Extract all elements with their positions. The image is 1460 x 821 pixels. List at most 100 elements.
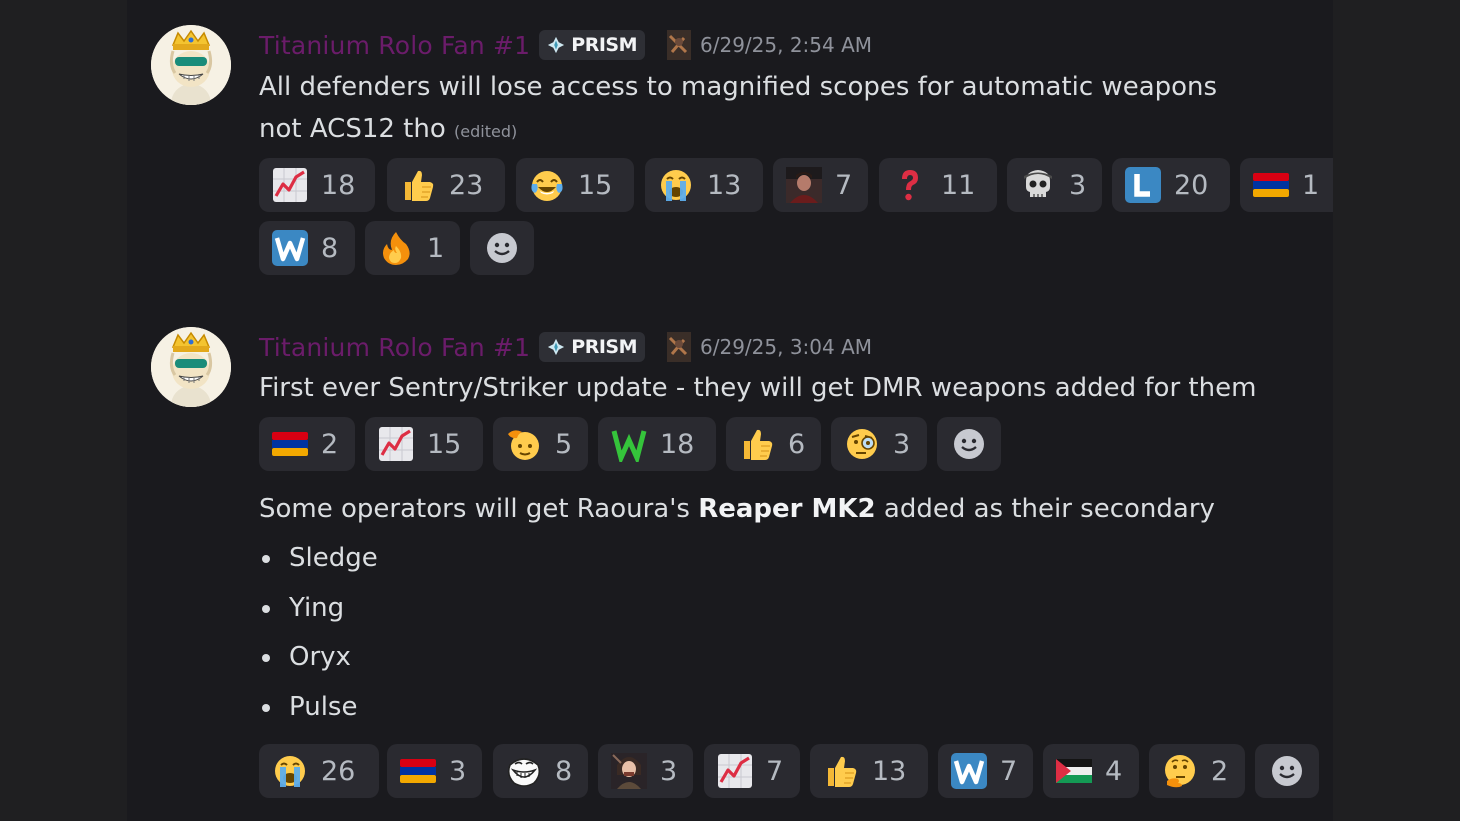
reaction-count: 15 <box>427 428 462 460</box>
reaction-thinking-face[interactable]: 2 <box>1149 744 1245 798</box>
edited-label: (edited) <box>454 122 518 141</box>
message-header: Titanium Rolo Fan #1 PRISM 6/29/25, 2:54… <box>259 28 872 62</box>
add-reaction-button[interactable] <box>470 221 534 275</box>
add-reaction-icon <box>951 426 987 462</box>
thinking-face-icon <box>1161 752 1199 790</box>
letter-w-icon <box>950 752 988 790</box>
avatar[interactable] <box>151 25 231 105</box>
reaction-green-w[interactable]: 18 <box>598 417 716 471</box>
message-text-start: Some operators will get Raoura's <box>259 494 699 524</box>
reaction-armenia-flag[interactable]: 1 <box>1240 158 1333 212</box>
armenia-flag-icon <box>399 752 437 790</box>
palestine-flag-icon <box>1055 752 1093 790</box>
reaction-chart-increasing[interactable]: 15 <box>365 417 483 471</box>
list-item-text: Sledge <box>289 543 378 573</box>
add-reaction-icon <box>1269 753 1305 789</box>
list-item-text: Pulse <box>289 691 358 722</box>
add-reaction-icon <box>484 230 520 266</box>
reaction-chart-increasing[interactable]: 18 <box>259 158 375 212</box>
message-content: First ever Sentry/Striker update - they … <box>259 367 1256 409</box>
prism-tag-icon <box>548 36 565 54</box>
reaction-thumbs-up[interactable]: 13 <box>810 744 928 798</box>
reaction-thumbs-up[interactable]: 6 <box>726 417 821 471</box>
reaction-count: 7 <box>1000 755 1018 787</box>
chart-increasing-icon <box>377 425 415 463</box>
add-reaction-button[interactable] <box>937 417 1001 471</box>
add-reaction-button[interactable] <box>1255 744 1319 798</box>
reaction-saluting-face[interactable]: 5 <box>493 417 588 471</box>
reaction-tears-of-joy[interactable]: 15 <box>516 158 634 212</box>
fire-icon <box>377 229 415 267</box>
reaction-count: 23 <box>449 169 484 201</box>
prism-tag-icon <box>548 338 565 356</box>
reaction-armenia-flag[interactable]: 3 <box>387 744 482 798</box>
reaction-fire[interactable]: 1 <box>365 221 460 275</box>
reaction-count: 1 <box>1302 169 1320 201</box>
green-w-icon <box>610 425 648 463</box>
reaction-loudly-crying[interactable]: 13 <box>645 158 763 212</box>
reaction-letter-w[interactable]: 8 <box>259 221 355 275</box>
list-item: Ying <box>259 584 378 634</box>
reaction-letter-w[interactable]: 7 <box>938 744 1033 798</box>
reaction-count: 5 <box>555 428 573 460</box>
username[interactable]: Titanium Rolo Fan #1 <box>259 333 530 362</box>
guild-tag-label: PRISM <box>571 34 638 56</box>
message-text-end: added as their secondary <box>875 494 1215 524</box>
reaction-monocle-face[interactable]: 3 <box>831 417 927 471</box>
trollface-icon <box>505 752 543 790</box>
reaction-chart-increasing[interactable]: 7 <box>704 744 800 798</box>
reaction-red-question[interactable]: 11 <box>879 158 997 212</box>
list-item: Sledge <box>259 534 378 584</box>
server-badge-icon <box>667 30 692 60</box>
reaction-count: 13 <box>872 755 907 787</box>
loudly-crying-icon <box>271 752 309 790</box>
list-item-text: Oryx <box>289 642 351 673</box>
message-header: Titanium Rolo Fan #1 PRISM 6/29/25, 3:04… <box>259 330 872 364</box>
list-item-text: Ying <box>289 592 345 623</box>
list-item: Oryx <box>259 633 378 683</box>
message-content: Some operators will get Raoura's Reaper … <box>259 488 1215 530</box>
reaction-count: 7 <box>766 755 784 787</box>
reaction-custom-character[interactable]: 3 <box>598 744 693 798</box>
reaction-count: 13 <box>707 169 742 201</box>
custom-portrait-icon <box>785 166 823 204</box>
custom-character-icon <box>610 752 648 790</box>
chart-increasing-icon <box>716 752 754 790</box>
guild-tag[interactable]: PRISM <box>539 332 646 362</box>
message-line-text: not ACS12 tho <box>259 114 446 144</box>
tears-of-joy-icon <box>528 166 566 204</box>
timestamp: 6/29/25, 3:04 AM <box>700 335 873 359</box>
saluting-face-icon <box>505 425 543 463</box>
monocle-face-icon <box>843 425 881 463</box>
reaction-count: 15 <box>578 169 613 201</box>
thumbs-up-icon <box>822 752 860 790</box>
reaction-custom-skull-soldier[interactable]: 3 <box>1007 158 1102 212</box>
reaction-letter-l[interactable]: 20 <box>1112 158 1230 212</box>
list-item: Pulse <box>259 683 378 733</box>
guild-tag[interactable]: PRISM <box>539 30 646 60</box>
reaction-count: 2 <box>321 428 339 460</box>
reaction-palestine-flag[interactable]: 4 <box>1043 744 1139 798</box>
reaction-armenia-flag[interactable]: 2 <box>259 417 355 471</box>
loudly-crying-icon <box>657 166 695 204</box>
armenia-flag-icon <box>271 425 309 463</box>
reaction-thumbs-up[interactable]: 23 <box>387 158 505 212</box>
reaction-count: 7 <box>835 169 853 201</box>
username[interactable]: Titanium Rolo Fan #1 <box>259 31 530 60</box>
red-question-icon <box>891 166 929 204</box>
chat-channel: Titanium Rolo Fan #1 PRISM 6/29/25, 2:54… <box>127 0 1333 821</box>
reaction-trollface[interactable]: 8 <box>493 744 588 798</box>
reaction-count: 18 <box>321 169 356 201</box>
reaction-count: 20 <box>1174 169 1209 201</box>
message-content: All defenders will lose access to magnif… <box>259 66 1217 153</box>
operator-list: Sledge Ying Oryx Pulse <box>259 534 378 732</box>
thumbs-up-icon <box>399 166 437 204</box>
reaction-count: 26 <box>321 755 356 787</box>
reaction-count: 3 <box>893 428 911 460</box>
reaction-loudly-crying[interactable]: 26 <box>259 744 379 798</box>
message-line: All defenders will lose access to magnif… <box>259 72 1218 102</box>
message-text-bold: Reaper MK2 <box>698 494 876 524</box>
server-badge-icon <box>667 332 692 362</box>
reaction-custom-portrait[interactable]: 7 <box>773 158 868 212</box>
avatar[interactable] <box>151 327 231 407</box>
